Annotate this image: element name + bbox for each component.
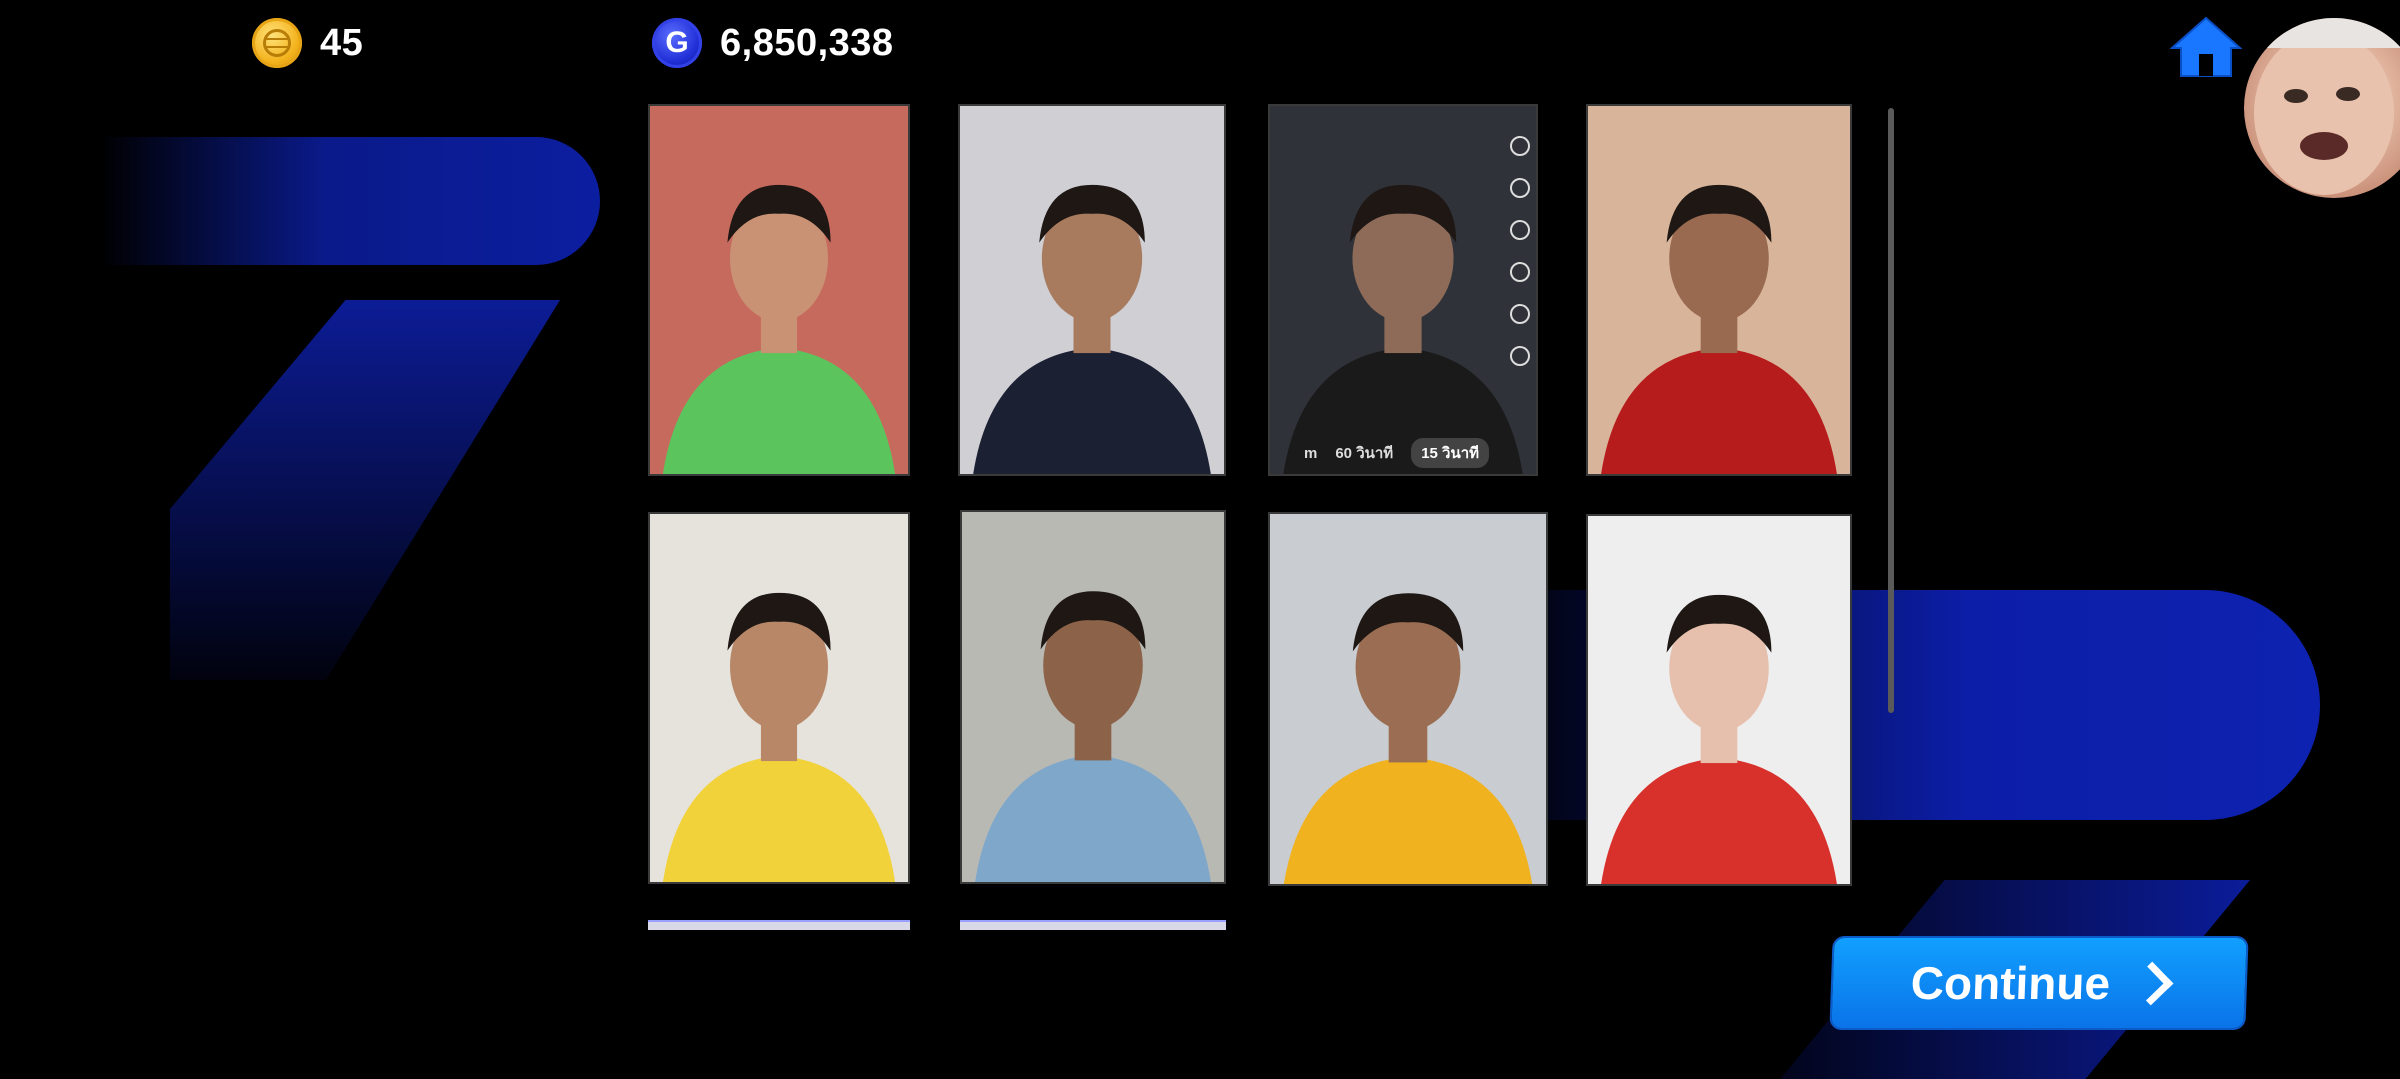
scrollbar[interactable] (1888, 108, 1894, 713)
photo-7[interactable] (1268, 512, 1548, 886)
photo-image (650, 106, 908, 474)
coin-icon (252, 18, 302, 68)
photo-partial[interactable] (648, 920, 910, 930)
home-icon (2169, 16, 2243, 77)
tool-icon (1510, 178, 1530, 198)
photo-image (1270, 106, 1536, 474)
photo-1[interactable] (648, 104, 910, 476)
chevron-right-icon (2129, 961, 2174, 1005)
duration-label: 60 วินาที (1335, 445, 1394, 462)
coin-balance: 45 (252, 16, 363, 70)
continue-button[interactable]: Continue (1831, 938, 2247, 1028)
photo-6[interactable] (960, 510, 1226, 884)
photo-8[interactable] (1586, 514, 1852, 886)
home-button[interactable] (2169, 14, 2243, 80)
photo-4[interactable] (1586, 104, 1852, 476)
decor-slash-left (170, 300, 560, 680)
duration-label: m (1304, 444, 1318, 462)
game-screen: 45 G 6,850,338 m 60 วินาที 15 วินาที Conti… (0, 0, 2400, 1079)
photo-image (650, 514, 908, 882)
photo-image (1588, 516, 1850, 884)
photo-image (962, 512, 1224, 882)
gem-value: 6,850,338 (720, 21, 894, 64)
tool-icon (1510, 262, 1530, 282)
avatar[interactable] (2244, 18, 2400, 198)
duration-label: 15 วินาที (1411, 438, 1490, 468)
photo-image (1588, 106, 1850, 474)
continue-label: Continue (1909, 957, 2112, 1009)
photo-image (960, 106, 1224, 474)
photo-partial[interactable] (960, 920, 1226, 930)
gem-icon: G (652, 18, 702, 68)
photo-grid[interactable]: m 60 วินาที 15 วินาที (640, 100, 1880, 930)
tool-icon (1510, 220, 1530, 240)
photo-5[interactable] (648, 512, 910, 884)
photo-3[interactable]: m 60 วินาที 15 วินาที (1268, 104, 1538, 476)
gem-balance: G 6,850,338 (652, 16, 894, 70)
photo-2[interactable] (958, 104, 1226, 476)
photo-image (1270, 514, 1546, 884)
decor-bar-top (100, 137, 600, 265)
coin-value: 45 (320, 21, 364, 64)
duration-options: m 60 วินาที 15 วินาที (1270, 438, 1536, 468)
tool-icon (1510, 136, 1530, 156)
tool-icon (1510, 304, 1530, 324)
camera-tools (1510, 136, 1530, 366)
tool-icon (1510, 346, 1530, 366)
avatar-face (2244, 18, 2400, 195)
